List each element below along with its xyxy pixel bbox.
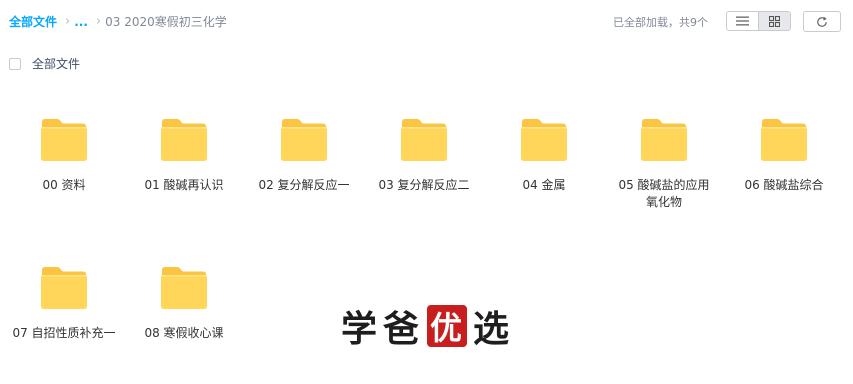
folder-tile[interactable]: 01 酸碱再认识 — [128, 118, 240, 194]
folder-name: 07 自招性质补充一 — [12, 326, 116, 340]
breadcrumb-ellipsis-link[interactable]: ... — [74, 15, 88, 29]
folder-name: 06 酸碱盐综合 — [744, 178, 824, 192]
refresh-icon — [817, 16, 827, 27]
select-all-checkbox[interactable] — [9, 57, 21, 70]
folder-tile[interactable]: 07 自招性质补充一 — [8, 266, 120, 342]
folder-icon — [641, 119, 687, 161]
breadcrumb-current-folder: 03 2020寒假初三化学 — [105, 15, 227, 29]
refresh-button[interactable] — [803, 11, 841, 32]
select-all-row[interactable]: 全部文件 — [9, 55, 80, 72]
load-status-text: 已全部加载，共9个 — [613, 16, 708, 29]
folder-tile[interactable]: 05 酸碱盐的应用 氧化物 — [608, 118, 720, 211]
grid-view-button[interactable] — [759, 12, 790, 30]
folder-icon — [761, 119, 807, 161]
folder-name: 03 复分解反应二 — [378, 178, 470, 192]
watermark-char: 选 — [472, 309, 511, 350]
chevron-right-icon: › — [65, 14, 71, 29]
grid-icon — [769, 15, 780, 27]
select-all-label: 全部文件 — [32, 57, 81, 71]
view-mode-toggle — [726, 11, 791, 31]
watermark-char: 学 — [340, 309, 379, 350]
watermark-stamp: 优 — [427, 305, 467, 347]
folder-tile[interactable]: 00 资料 — [8, 118, 120, 194]
breadcrumb: 全部文件 › ... › 03 2020寒假初三化学 — [9, 13, 227, 30]
folder-tile[interactable]: 03 复分解反应二 — [368, 118, 480, 194]
folder-name: 04 金属 — [522, 178, 566, 192]
folder-icon — [401, 119, 447, 161]
watermark-logo: 学 爸 优 选 — [339, 300, 513, 352]
list-view-button[interactable] — [727, 12, 759, 30]
folder-icon — [161, 267, 207, 309]
folder-name: 05 酸碱盐的应用 氧化物 — [618, 178, 710, 209]
folder-tile[interactable]: 02 复分解反应一 — [248, 118, 360, 194]
chevron-right-icon: › — [95, 14, 102, 29]
folder-tile[interactable]: 08 寒假收心课 — [128, 266, 240, 342]
list-icon — [736, 16, 749, 26]
folder-tile[interactable]: 06 酸碱盐综合 — [728, 118, 840, 194]
folder-tile[interactable]: 04 金属 — [488, 118, 600, 194]
folder-name: 08 寒假收心课 — [144, 326, 224, 340]
folder-icon — [521, 119, 567, 161]
watermark-char: 爸 — [382, 309, 421, 350]
folder-icon — [281, 119, 327, 161]
folder-icon — [161, 119, 207, 161]
folder-icon — [41, 119, 87, 161]
top-toolbar: 全部文件 › ... › 03 2020寒假初三化学 已全部加载，共9个 — [0, 0, 853, 44]
folder-name: 00 资料 — [42, 178, 86, 192]
folder-icon — [41, 267, 87, 309]
breadcrumb-root-link[interactable]: 全部文件 — [9, 13, 57, 30]
folder-name: 02 复分解反应一 — [258, 178, 350, 192]
folder-name: 01 酸碱再认识 — [144, 178, 224, 192]
